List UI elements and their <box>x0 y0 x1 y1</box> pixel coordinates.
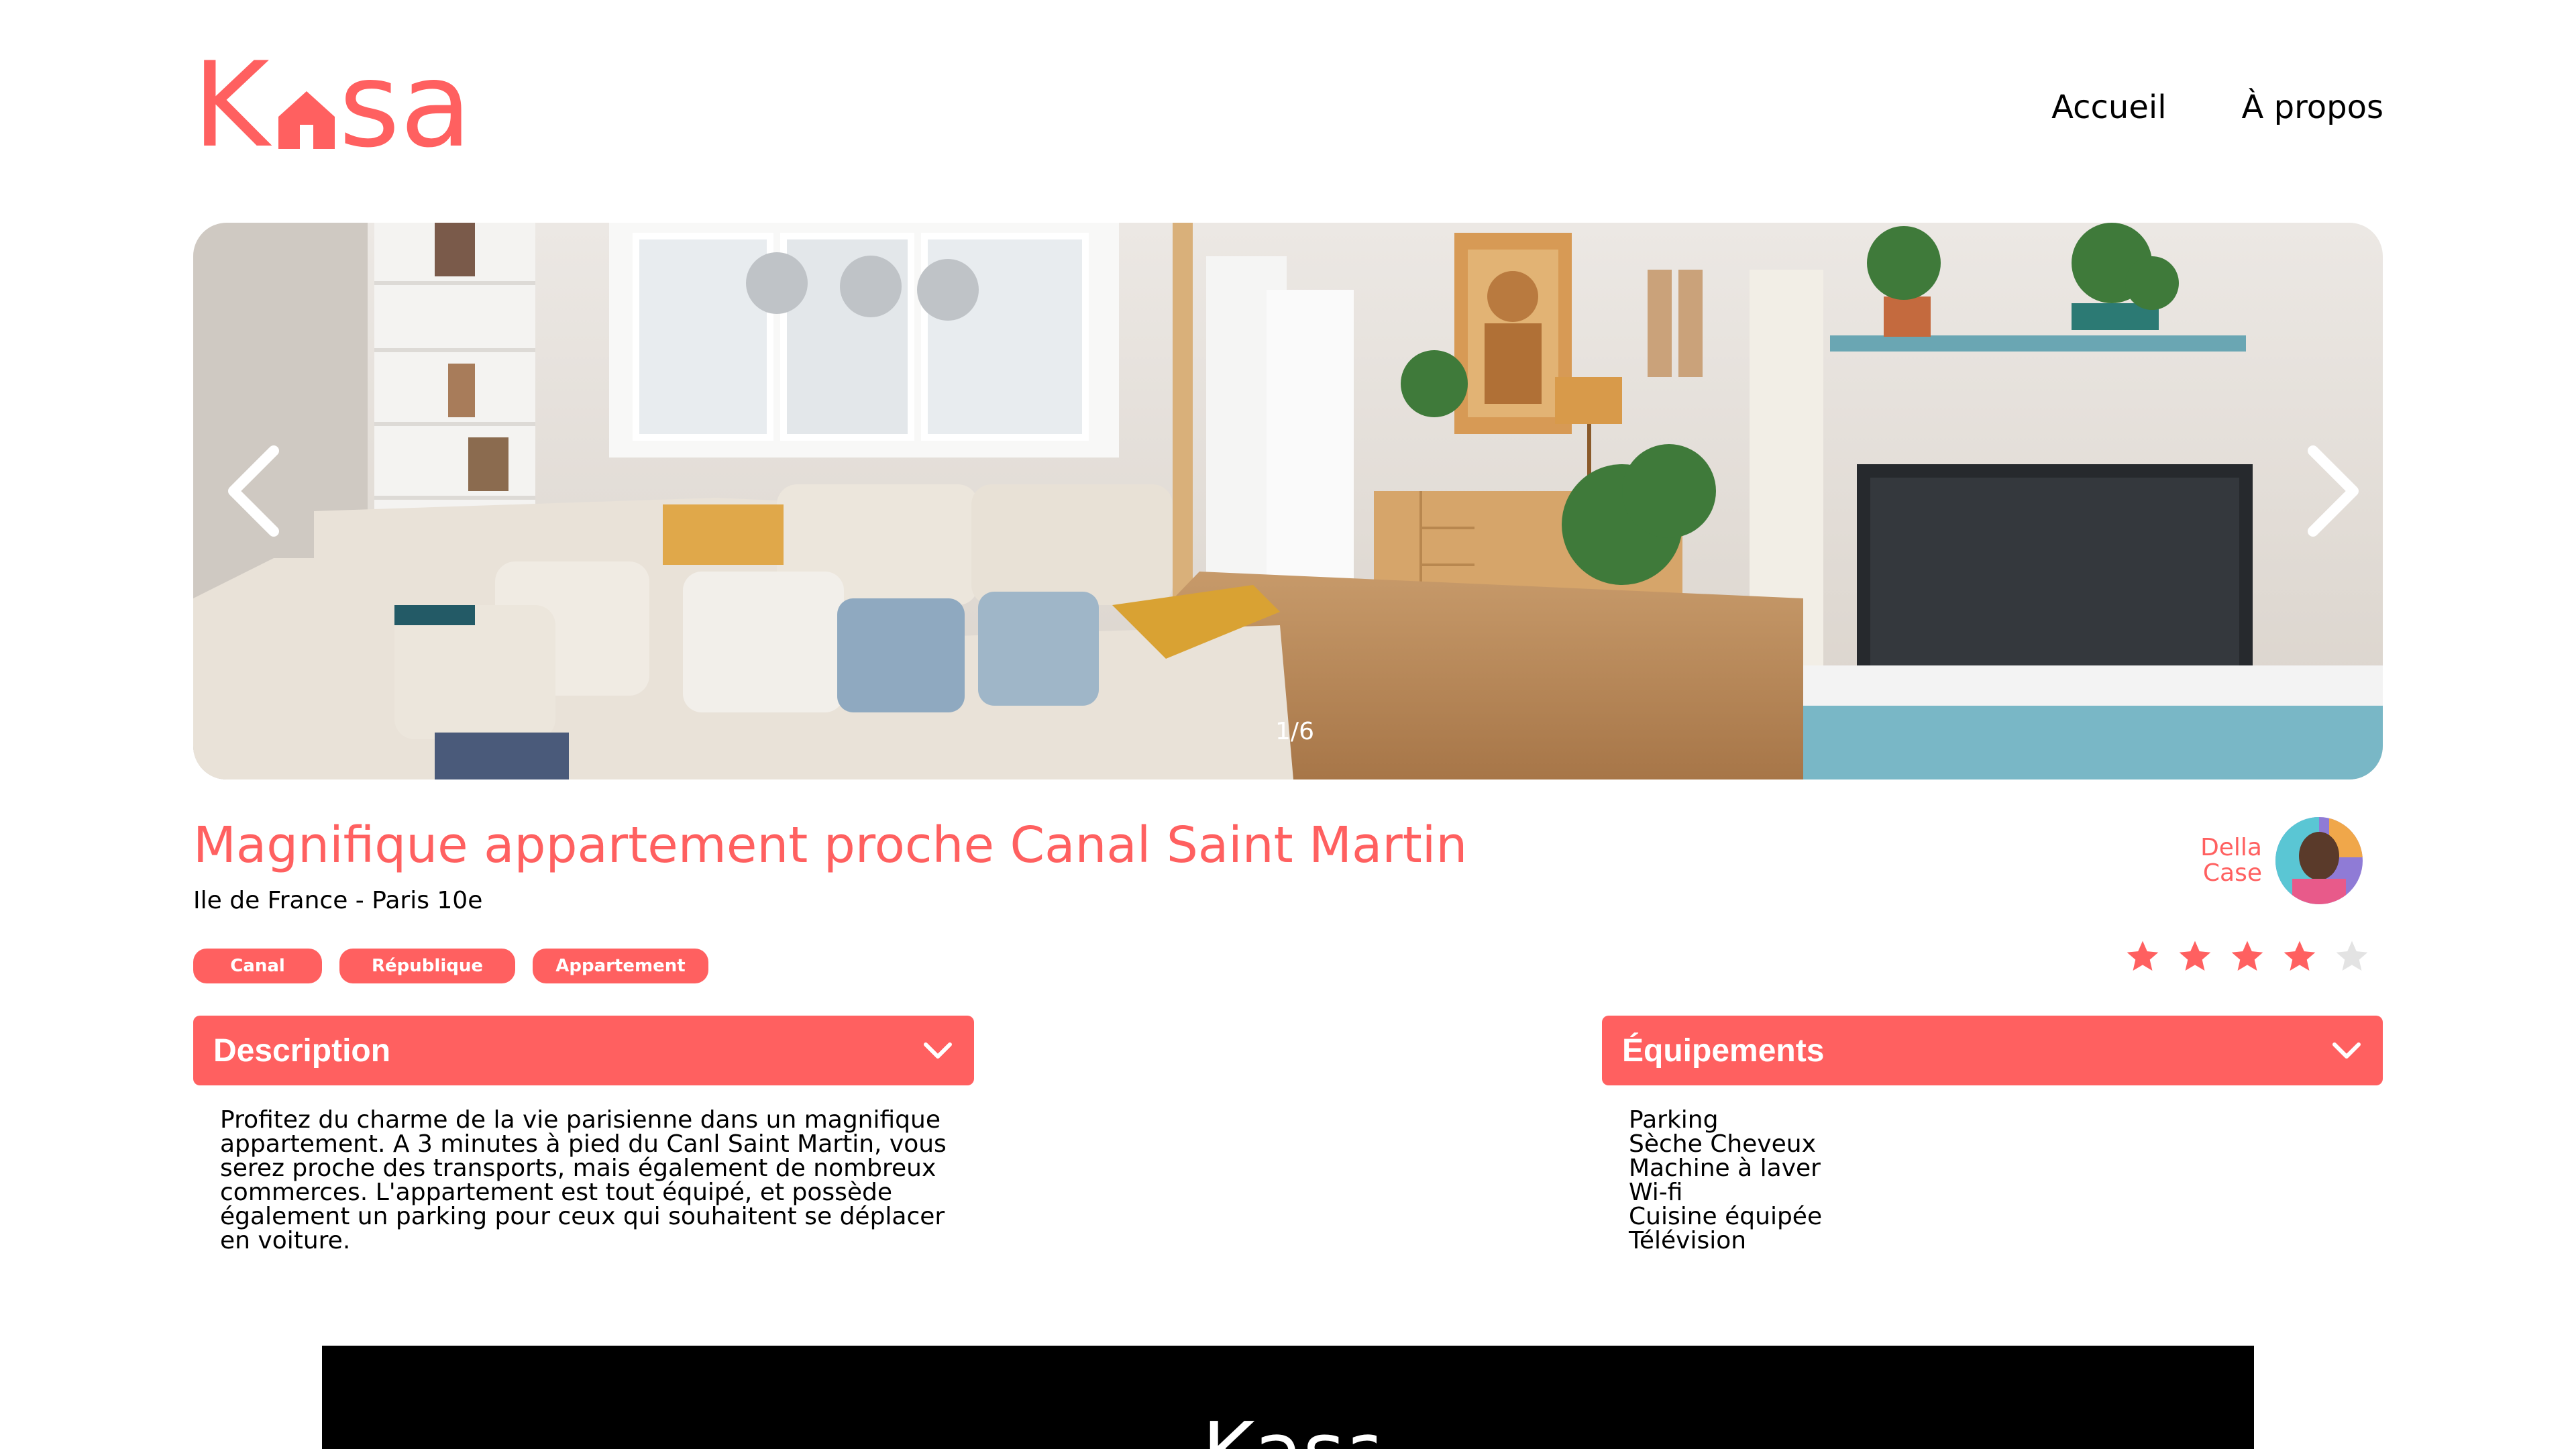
host-first-name: Della <box>2200 834 2262 861</box>
description-collapse: Description Profitez du charme de la vie… <box>193 1016 974 1253</box>
star-filled-icon <box>2179 940 2211 971</box>
host-photo <box>2275 817 2363 904</box>
star-filled-icon <box>2127 940 2159 971</box>
listing-location: Ile de France - Paris 10e <box>193 887 483 914</box>
list-item: Télévision <box>1629 1227 1747 1254</box>
equipments-body: Parking Sèche Cheveux Machine à laver Wi… <box>1602 1085 2383 1253</box>
logo-letters-sa: sa <box>339 38 472 174</box>
equipments-collapse: Équipements Parking Sèche Cheveux Machin… <box>1602 1016 2383 1253</box>
host-info: Della Case <box>2200 817 2363 904</box>
logo-letter-k: K <box>193 38 270 174</box>
chevron-left-icon[interactable] <box>220 437 287 545</box>
tag: République <box>339 949 515 983</box>
chevron-down-icon[interactable] <box>2330 1040 2363 1061</box>
list-item: Wi-fi <box>1629 1179 1683 1206</box>
host-name: Della Case <box>2200 835 2262 886</box>
photo-gallery: 1/6 <box>193 223 2383 779</box>
chevron-right-icon[interactable] <box>2300 437 2367 545</box>
description-toggle[interactable]: Description <box>193 1016 974 1085</box>
tag-list: Canal République Appartement <box>193 949 708 983</box>
nav-link-accueil[interactable]: Accueil <box>2051 86 2166 129</box>
host-last-name: Case <box>2202 859 2262 887</box>
tag: Appartement <box>533 949 708 983</box>
tag: Canal <box>193 949 322 983</box>
star-empty-icon <box>2336 940 2368 971</box>
footer-logo: Kasa <box>1202 1413 1377 1453</box>
star-filled-icon <box>2284 940 2316 971</box>
listing-title: Magnifique appartement proche Canal Sain… <box>193 816 1468 874</box>
chevron-down-icon[interactable] <box>922 1040 954 1061</box>
rating-stars <box>2124 938 2371 975</box>
equipments-toggle[interactable]: Équipements <box>1602 1016 2383 1085</box>
list-item: Machine à laver <box>1629 1154 1821 1182</box>
list-item: Sèche Cheveux <box>1629 1130 1816 1158</box>
kasa-logo[interactable]: K sa <box>193 38 481 174</box>
nav-link-a-propos[interactable]: À propos <box>2242 86 2383 129</box>
house-icon <box>278 91 335 149</box>
description-text: Profitez du charme de la vie parisienne … <box>220 1106 947 1254</box>
slide-counter: 1/6 <box>1275 718 1314 745</box>
avatar <box>2275 817 2363 904</box>
footer: Kasa <box>322 1346 2254 1453</box>
list-item: Cuisine équipée <box>1629 1203 1823 1230</box>
svg-text:Kasa: Kasa <box>1202 1413 1377 1453</box>
main-nav: Accueil À propos <box>2051 86 2383 129</box>
list-item: Parking <box>1629 1106 1719 1134</box>
equipments-title: Équipements <box>1622 1032 1825 1069</box>
apartment-photo <box>193 223 2383 779</box>
description-title: Description <box>213 1032 391 1069</box>
star-filled-icon <box>2231 940 2263 971</box>
equipments-list: Parking Sèche Cheveux Machine à laver Wi… <box>1629 1108 2356 1253</box>
